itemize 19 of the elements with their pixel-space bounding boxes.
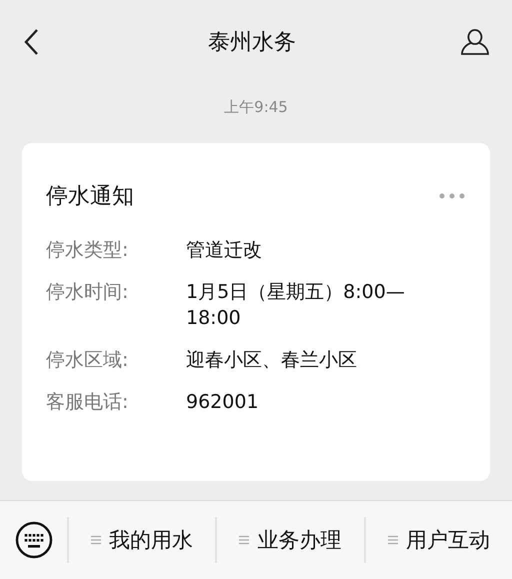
field-value: 管道迁改	[186, 238, 263, 263]
menu-icon	[239, 535, 250, 545]
field-value: 962001	[186, 390, 260, 415]
keyboard-button[interactable]	[15, 521, 53, 559]
field-label: 停水时间:	[46, 280, 130, 305]
menu-icon	[91, 535, 102, 545]
card-title: 停水通知	[46, 183, 134, 211]
field-value: 迎春小区、春兰小区	[186, 348, 358, 373]
menu-item[interactable]: 业务办理	[217, 510, 364, 570]
field-label: 客服电话:	[46, 390, 130, 415]
profile-button[interactable]	[460, 27, 490, 57]
field-label: 停水区域:	[46, 348, 130, 373]
message-time: 上午9:45	[224, 98, 288, 117]
field-label: 停水类型:	[46, 238, 130, 263]
menu-icon	[388, 535, 398, 545]
menu-item[interactable]: 用户互动	[366, 510, 512, 570]
field-value: 1月5日（星期五）8:00—18:00	[186, 280, 406, 331]
menu-item[interactable]: 我的用水	[69, 510, 216, 570]
window-title: 泰州水务	[208, 29, 296, 57]
